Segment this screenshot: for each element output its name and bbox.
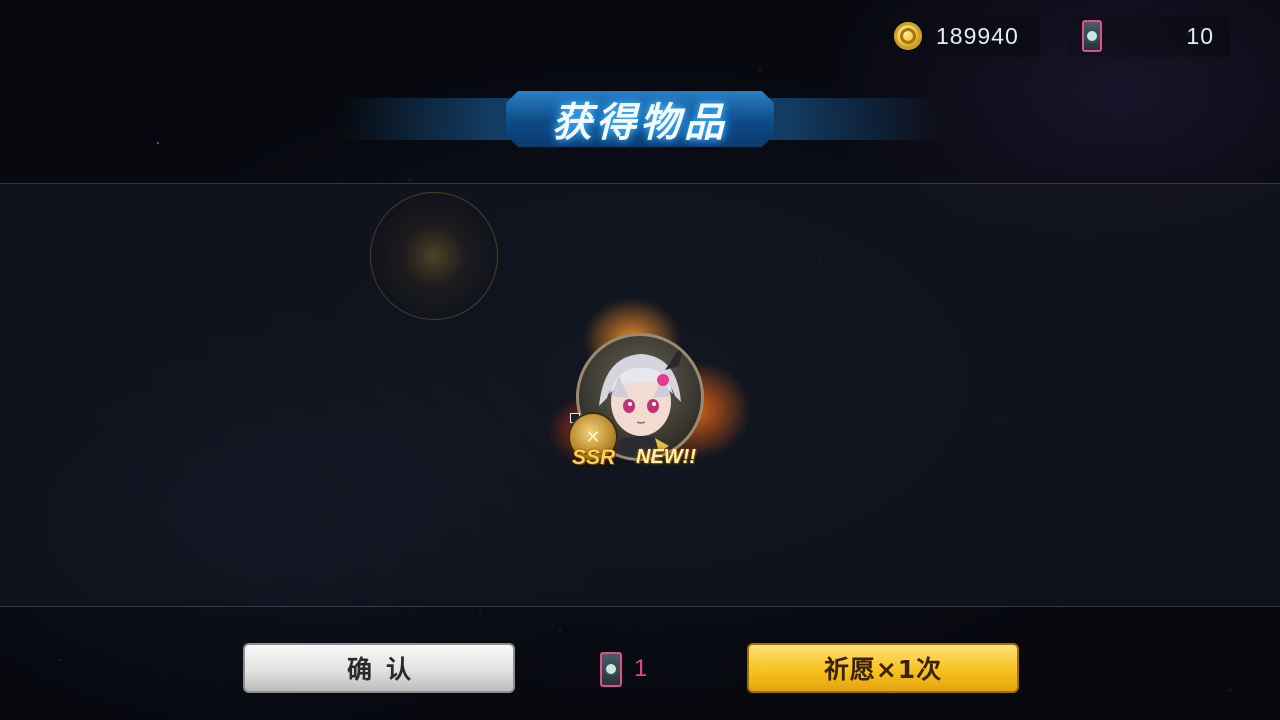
confirm-button-label: 确认 — [346, 655, 425, 684]
title-banner: 获得物品 — [506, 91, 774, 147]
lens-flare-decoration — [370, 192, 498, 320]
ticket-counter: 10 — [1068, 15, 1230, 57]
ticket-amount: 10 — [1186, 22, 1214, 49]
new-label: NEW!! — [636, 446, 696, 468]
wish-card-icon — [600, 651, 622, 687]
wish-card-icon — [1082, 20, 1102, 52]
confirm-button[interactable]: 确认 — [243, 643, 515, 693]
gold-coin-icon — [894, 22, 922, 50]
wish-cost-amount: 1 — [634, 655, 648, 682]
pray-once-button[interactable]: 祈愿×1次 — [747, 643, 1019, 693]
wish-cost: 1 — [600, 651, 647, 687]
rarity-label: SSR — [572, 446, 616, 469]
pray-button-label: 祈愿×1次 — [823, 655, 943, 684]
gold-counter: 189940 — [884, 15, 1040, 57]
gold-amount: 189940 — [936, 22, 1019, 49]
page-title: 获得物品 — [552, 100, 728, 146]
